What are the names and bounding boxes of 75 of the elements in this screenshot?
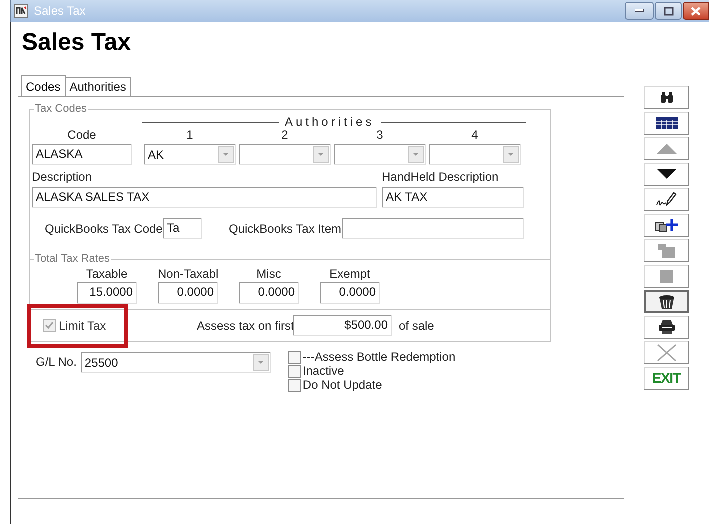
field-label: HandHeld Description <box>382 170 499 185</box>
maximize-button[interactable] <box>655 2 682 20</box>
checkbox-label: ---Assess Bottle Redemption <box>302 350 456 364</box>
close-button[interactable] <box>683 2 709 20</box>
checkbox[interactable] <box>288 350 301 364</box>
column-label: 1 <box>186 128 194 143</box>
dropdown[interactable]: AK <box>144 144 236 165</box>
minimize-icon <box>635 9 644 13</box>
dropdown[interactable] <box>334 144 426 165</box>
column-label: 2 <box>280 128 290 143</box>
basket-icon <box>658 294 674 308</box>
caret-icon <box>252 354 269 371</box>
column-label: Misc <box>256 267 282 281</box>
add-document-icon <box>655 218 678 232</box>
dropdown[interactable] <box>239 144 331 165</box>
print-button[interactable] <box>644 316 689 338</box>
printer-icon <box>658 320 674 334</box>
exit-button[interactable]: EXIT <box>644 366 689 390</box>
delete-button[interactable] <box>644 290 689 313</box>
checkbox[interactable] <box>288 364 301 378</box>
caret-icon <box>313 146 329 163</box>
dropdown[interactable]: 25500 <box>80 352 271 373</box>
input-field[interactable]: 0.0000 <box>158 282 218 304</box>
input-field[interactable]: AK TAX <box>382 187 524 208</box>
caret-icon <box>218 146 234 163</box>
edit-button[interactable] <box>644 188 689 211</box>
field-label: Assess tax on first <box>197 318 291 334</box>
checkbox-label: Limit Tax <box>59 318 106 334</box>
field-label: Description <box>32 170 94 185</box>
column-group-label: Authorities <box>284 116 376 128</box>
tab[interactable]: Authorities <box>66 77 132 96</box>
table-icon <box>656 117 678 129</box>
triangle-up-icon <box>656 144 676 154</box>
field-label: QuickBooks Tax Code <box>45 220 160 238</box>
dropdown[interactable] <box>429 144 521 165</box>
add-button[interactable] <box>644 214 689 236</box>
triangle-down-icon <box>656 169 676 179</box>
checkbox-label: Inactive <box>302 364 344 378</box>
binoculars-icon <box>660 91 674 104</box>
input-field[interactable]: ALASKA <box>32 144 132 165</box>
caret-icon <box>503 146 519 163</box>
caret-icon <box>408 146 424 163</box>
next-button[interactable] <box>644 162 689 186</box>
field-label: G/L No. <box>36 354 77 371</box>
column-label: Exempt <box>328 267 372 281</box>
find-button[interactable] <box>644 86 689 109</box>
page-heading: Sales Tax <box>22 29 132 57</box>
app-icon <box>14 4 28 18</box>
column-label: Taxable <box>85 267 129 281</box>
pen-signature-icon <box>656 192 677 207</box>
input-field[interactable]: 0.0000 <box>239 282 299 304</box>
input-field[interactable]: 15.0000 <box>77 282 137 304</box>
tab[interactable]: Codes <box>21 75 66 97</box>
column-label: 4 <box>470 128 480 143</box>
close-icon <box>691 6 701 16</box>
input-field[interactable]: ALASKA SALES TAX <box>32 187 377 208</box>
table-view-button[interactable] <box>644 112 689 134</box>
input-field[interactable] <box>342 218 524 239</box>
minimize-button[interactable] <box>625 2 654 20</box>
input-field[interactable]: Ta <box>163 218 202 239</box>
column-label: 3 <box>376 128 384 143</box>
group-label: Tax Codes <box>34 103 88 116</box>
field-label: Code <box>66 128 98 143</box>
x-icon <box>656 344 676 362</box>
folder-icon <box>658 244 675 258</box>
column-label: Non-Taxabl <box>158 267 218 281</box>
field-label: of sale <box>399 318 434 334</box>
field-label: QuickBooks Tax Item <box>229 220 339 238</box>
window-title: Sales Tax <box>34 3 86 20</box>
input-field[interactable]: 0.0000 <box>320 282 380 304</box>
maximize-icon <box>664 6 674 16</box>
square-icon <box>660 270 673 282</box>
checkbox-label: Do Not Update <box>302 378 382 392</box>
group-label: Total Tax Rates <box>34 253 112 266</box>
checkbox[interactable] <box>288 378 301 392</box>
